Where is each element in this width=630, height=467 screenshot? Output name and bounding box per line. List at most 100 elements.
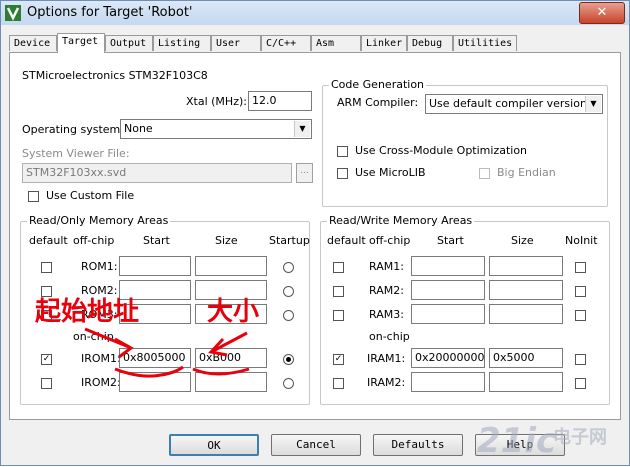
ram1-default-checkbox[interactable] xyxy=(333,262,344,273)
rom1-default-checkbox[interactable] xyxy=(41,262,52,273)
ram3-noinit-checkbox[interactable] xyxy=(575,310,586,321)
title-bar[interactable]: Options for Target 'Robot' ✕ xyxy=(1,1,629,25)
rom1-startup-radio[interactable] xyxy=(283,262,294,273)
watermark-sub: 电子网 xyxy=(553,427,607,448)
chevron-down-icon[interactable]: ▼ xyxy=(585,96,601,112)
microlib-checkbox[interactable] xyxy=(337,168,348,179)
irom1-startup-radio[interactable] xyxy=(283,354,294,365)
ram2-size-input[interactable] xyxy=(489,280,563,300)
code-generation-title: Code Generation xyxy=(329,78,427,91)
rw-header-default: default xyxy=(327,234,366,247)
tab-device[interactable]: Device xyxy=(9,35,57,51)
ram1-size-input[interactable] xyxy=(489,256,563,276)
rw-header-offchip: off-chip xyxy=(369,234,411,247)
size-annotation: 大小 xyxy=(207,297,260,327)
rom1-label: ROM1: xyxy=(81,260,118,273)
os-label: Operating system: xyxy=(22,123,124,136)
ro-memory-title: Read/Only Memory Areas xyxy=(27,214,171,227)
irom2-startup-radio[interactable] xyxy=(283,378,294,389)
iram2-default-checkbox[interactable] xyxy=(333,378,344,389)
ram1-start-input[interactable] xyxy=(411,256,485,276)
tab-debug[interactable]: Debug xyxy=(407,35,453,51)
cross-module-checkbox[interactable] xyxy=(337,146,348,157)
device-name: STMicroelectronics STM32F103C8 xyxy=(22,69,208,82)
ram3-size-input[interactable] xyxy=(489,304,563,324)
rw-memory-group: Read/Write Memory Areas default off-chip… xyxy=(320,214,610,405)
iram1-label: IRAM1: xyxy=(367,352,406,365)
iram2-noinit-checkbox[interactable] xyxy=(575,378,586,389)
irom1-start-input[interactable]: 0x8005000 xyxy=(119,348,191,368)
iram2-label: IRAM2: xyxy=(367,376,406,389)
rom3-startup-radio[interactable] xyxy=(283,310,294,321)
tab-asm[interactable]: Asm xyxy=(311,35,361,51)
ram2-default-checkbox[interactable] xyxy=(333,286,344,297)
ok-button[interactable]: OK xyxy=(169,434,259,456)
irom2-size-input[interactable] xyxy=(195,372,267,392)
rom2-startup-radio[interactable] xyxy=(283,286,294,297)
xtal-label: Xtal (MHz): xyxy=(186,95,247,108)
arm-compiler-select[interactable]: Use default compiler version ▼ xyxy=(425,94,603,114)
target-tab-panel: STMicroelectronics STM32F103C8 Xtal (MHz… xyxy=(9,52,621,420)
window-title: Options for Target 'Robot' xyxy=(27,5,193,20)
os-select-value: None xyxy=(124,122,153,135)
cross-module-label: Use Cross-Module Optimization xyxy=(355,144,528,157)
big-endian-label: Big Endian xyxy=(497,166,556,179)
rw-header-noinit: NoInit xyxy=(565,234,598,247)
ram3-start-input[interactable] xyxy=(411,304,485,324)
irom2-label: IROM2: xyxy=(81,376,121,389)
ro-header-offchip: off-chip xyxy=(73,234,115,247)
rw-header-size: Size xyxy=(511,234,534,247)
tab-user[interactable]: User xyxy=(211,35,261,51)
tab-utilities[interactable]: Utilities xyxy=(453,35,517,51)
custom-file-label: Use Custom File xyxy=(46,189,135,202)
arm-compiler-label: ARM Compiler: xyxy=(337,96,419,109)
irom1-size-input[interactable]: 0xB000 xyxy=(195,348,267,368)
svd-input[interactable]: STM32F103xx.svd xyxy=(22,163,292,183)
iram2-start-input[interactable] xyxy=(411,372,485,392)
rom1-size-input[interactable] xyxy=(195,256,267,276)
irom2-start-input[interactable] xyxy=(119,372,191,392)
ro-header-size: Size xyxy=(215,234,238,247)
ram3-default-checkbox[interactable] xyxy=(333,310,344,321)
ro-header-startup: Startup xyxy=(269,234,310,247)
iram1-default-checkbox[interactable]: ✓ xyxy=(333,354,344,365)
xtal-input[interactable]: 12.0 xyxy=(248,91,312,111)
iram1-noinit-checkbox[interactable] xyxy=(575,354,586,365)
rom1-start-input[interactable] xyxy=(119,256,191,276)
ram2-start-input[interactable] xyxy=(411,280,485,300)
ro-header-start: Start xyxy=(143,234,170,247)
big-endian-checkbox[interactable] xyxy=(479,168,490,179)
site-watermark: 21ic 电子网 xyxy=(477,421,627,465)
tab-linker[interactable]: Linker xyxy=(361,35,407,51)
ram1-label: RAM1: xyxy=(369,260,404,273)
os-select[interactable]: None ▼ xyxy=(120,119,312,139)
iram2-size-input[interactable] xyxy=(489,372,563,392)
close-button[interactable]: ✕ xyxy=(579,2,625,24)
tab-target[interactable]: Target xyxy=(57,33,105,53)
iram1-start-input[interactable]: 0x20000000 xyxy=(411,348,485,368)
microlib-label: Use MicroLIB xyxy=(355,166,426,179)
tab-listing[interactable]: Listing xyxy=(153,35,211,51)
ram2-noinit-checkbox[interactable] xyxy=(575,286,586,297)
ram2-label: RAM2: xyxy=(369,284,404,297)
irom1-default-checkbox[interactable]: ✓ xyxy=(41,354,52,365)
chevron-down-icon[interactable]: ▼ xyxy=(294,121,310,137)
svd-label: System Viewer File: xyxy=(22,147,130,160)
ro-header-default: default xyxy=(29,234,68,247)
iram1-size-input[interactable]: 0x5000 xyxy=(489,348,563,368)
watermark-text: 21ic xyxy=(477,421,557,461)
rw-header-start: Start xyxy=(437,234,464,247)
use-custom-file-checkbox[interactable] xyxy=(28,191,39,202)
options-dialog: Options for Target 'Robot' ✕ Device Targ… xyxy=(0,0,630,466)
defaults-button[interactable]: Defaults xyxy=(373,434,463,456)
rw-onchip-label: on-chip xyxy=(369,330,410,343)
irom2-default-checkbox[interactable] xyxy=(41,378,52,389)
code-generation-group: Code Generation ARM Compiler: Use defaul… xyxy=(322,78,608,207)
tab-output[interactable]: Output xyxy=(105,35,153,51)
svd-browse-button[interactable]: ... xyxy=(296,163,313,183)
ram3-label: RAM3: xyxy=(369,308,404,321)
ro-onchip-label: on-chip xyxy=(73,330,114,343)
ram1-noinit-checkbox[interactable] xyxy=(575,262,586,273)
cancel-button[interactable]: Cancel xyxy=(271,434,361,456)
tab-cpp[interactable]: C/C++ xyxy=(261,35,311,51)
